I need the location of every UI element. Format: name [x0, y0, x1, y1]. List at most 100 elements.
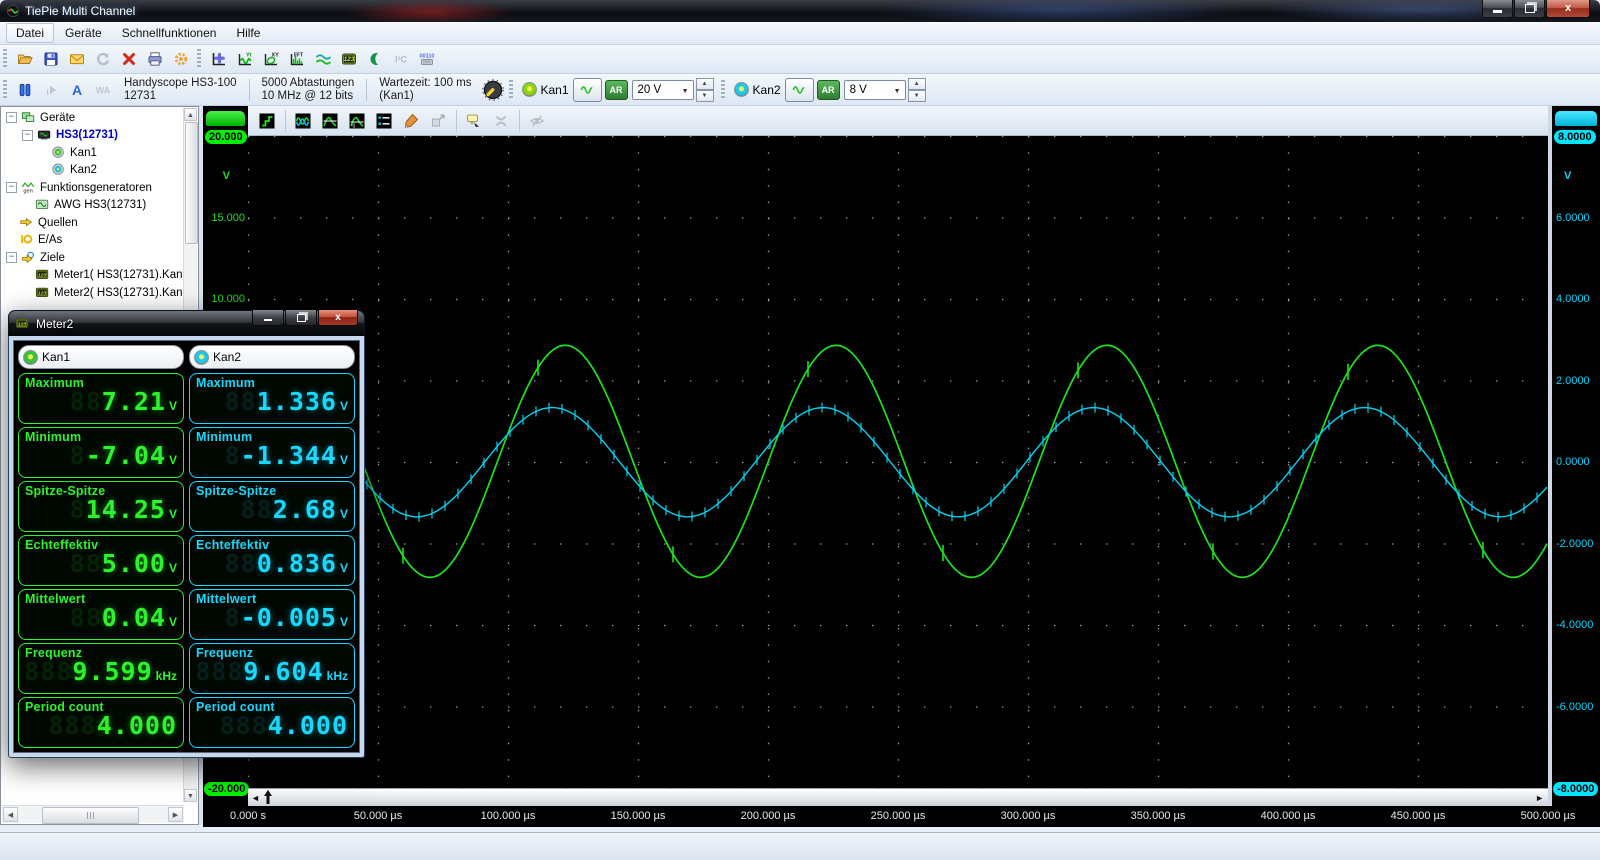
scroll-left-icon[interactable]: ◀	[3, 807, 18, 822]
envelope-zero-icon[interactable]: 0	[344, 108, 370, 134]
toolbar-grip[interactable]	[3, 49, 7, 69]
coupling-wave-button[interactable]	[573, 78, 602, 102]
toolbar-grip[interactable]	[509, 80, 513, 100]
range-select[interactable]: 8 V▼	[844, 80, 906, 100]
hide-trace-icon	[524, 108, 550, 134]
measurement-value: 9.604	[243, 657, 323, 686]
range-down-button[interactable]: ▼	[696, 90, 714, 102]
save-icon[interactable]	[39, 47, 63, 71]
scroll-right-icon[interactable]: ▶	[168, 807, 183, 822]
autoset-icon[interactable]: A	[65, 78, 89, 102]
coupling-wave-button[interactable]	[785, 78, 814, 102]
trace-kan2[interactable]	[248, 408, 1547, 517]
channel-color-bar	[206, 111, 245, 126]
trace-kan1[interactable]	[248, 345, 1547, 577]
expand-collapse-icon[interactable]: −	[6, 112, 17, 123]
menu-item-schnellfunktionen[interactable]: Schnellfunktionen	[113, 24, 226, 42]
scrollbar-thumb[interactable]	[185, 122, 198, 244]
settings-icon[interactable]	[169, 47, 193, 71]
meter-channel-tab-kan2[interactable]: Kan2	[189, 345, 355, 369]
envelope-icon[interactable]	[317, 108, 343, 134]
minimize-button[interactable]	[1482, 0, 1513, 18]
toolbar-grip[interactable]	[197, 49, 201, 69]
scroll-up-icon[interactable]: ▲	[184, 108, 197, 121]
waveform-plot[interactable]	[248, 136, 1548, 788]
email-icon[interactable]	[65, 47, 89, 71]
delete-icon[interactable]	[117, 47, 141, 71]
maximize-button[interactable]	[1514, 0, 1545, 18]
channel-led-icon[interactable]	[522, 82, 537, 97]
tree-item-meter2-hs3-12731-kan[interactable]: 123Meter2( HS3(12731).Kan	[2, 284, 184, 302]
time-scrollbar[interactable]: ◄ ►	[248, 788, 1548, 806]
tree-item-meter1-hs3-12731-kan[interactable]: 123Meter1( HS3(12731).Kan	[2, 267, 184, 285]
meter-channel-tab-kan1[interactable]: Kan1	[18, 345, 184, 369]
ghost-digits: 88	[225, 387, 257, 416]
tree-item-ziele[interactable]: −Ziele	[2, 249, 184, 267]
close-button[interactable]: x	[1546, 0, 1590, 18]
svg-text:0: 0	[353, 123, 356, 129]
step-display-icon[interactable]	[254, 108, 280, 134]
autorange-button[interactable]: AR	[605, 80, 628, 100]
menu-item-datei[interactable]: Datei	[6, 23, 54, 43]
tree-item-label: Quellen	[38, 217, 78, 229]
tree-item-hs3-12731[interactable]: −HS3(12731)	[2, 127, 184, 145]
meter-view-icon[interactable]: 123	[337, 47, 361, 71]
meter-cell-kan2-frequenz: Frequenz8889.604kHz	[189, 643, 355, 694]
tree-item-funktionsgeneratoren[interactable]: −genFunktionsgeneratoren	[2, 179, 184, 197]
spectrum-view-icon[interactable]	[311, 47, 335, 71]
meter-maximize-button[interactable]	[285, 310, 317, 326]
fft-view-icon[interactable]: FFT	[285, 47, 309, 71]
open-icon[interactable]	[13, 47, 37, 71]
tree-item-e-as[interactable]: E/As	[2, 232, 184, 250]
pause-icon[interactable]	[13, 78, 37, 102]
print-icon[interactable]	[143, 47, 167, 71]
sample-ticks	[250, 403, 1537, 522]
toolbar-grip[interactable]	[3, 80, 7, 100]
range-down-button[interactable]: ▼	[908, 90, 926, 102]
meter-cell-kan2-minimum: Minimum8-1.344V	[189, 427, 355, 478]
axis-tick-label: 10.000	[211, 293, 245, 305]
axis-max-badge[interactable]: 20.000	[205, 130, 247, 144]
scroll-left-icon[interactable]: ◄	[251, 792, 260, 804]
paint-icon[interactable]	[398, 108, 424, 134]
tree-item-ger-te[interactable]: −Geräte	[2, 109, 184, 127]
tree-item-awg-hs3-12731[interactable]: AWG HS3(12731)	[2, 197, 184, 215]
comment-icon[interactable]	[461, 108, 487, 134]
range-up-button[interactable]: ▲	[696, 78, 714, 90]
scrollbar-thumb[interactable]	[42, 807, 139, 824]
crescent-icon[interactable]	[363, 47, 387, 71]
measurement-value: 14.25	[86, 495, 166, 524]
scroll-down-icon[interactable]: ▼	[184, 789, 197, 802]
axis-tick-label: 4.0000	[1556, 293, 1590, 305]
expand-collapse-icon[interactable]: −	[6, 252, 17, 263]
add-graph-icon[interactable]	[207, 47, 231, 71]
tree-item-quellen[interactable]: Quellen	[2, 214, 184, 232]
tree-item-kan2[interactable]: Kan2	[2, 162, 184, 180]
axis-min-badge[interactable]: -20.000	[204, 782, 249, 796]
autorange-button[interactable]: AR	[817, 80, 840, 100]
ghost-digits: 888	[49, 711, 97, 740]
menu-item-hilfe[interactable]: Hilfe	[227, 24, 269, 42]
xy-view-icon[interactable]: XY	[259, 47, 283, 71]
meter-titlebar[interactable]: 123 Meter2 x	[8, 310, 365, 336]
axis-min-badge[interactable]: -8.0000	[1553, 782, 1598, 796]
channels-icon[interactable]	[371, 108, 397, 134]
io-icon	[19, 233, 34, 247]
range-select[interactable]: 20 V▼	[632, 80, 694, 100]
range-up-button[interactable]: ▲	[908, 78, 926, 90]
toolbar-grip[interactable]	[721, 80, 725, 100]
tree-item-kan1[interactable]: Kan1	[2, 144, 184, 162]
meter-close-button[interactable]: x	[318, 310, 358, 326]
waveforms-icon[interactable]	[290, 108, 316, 134]
yt-view-icon[interactable]: Yt	[233, 47, 257, 71]
tree-horizontal-scrollbar[interactable]: ◀ ▶	[2, 805, 184, 823]
meter-minimize-button[interactable]	[252, 310, 284, 326]
menu-item-geräte[interactable]: Geräte	[56, 24, 111, 42]
trigger-marker-icon[interactable]	[260, 789, 274, 805]
scroll-right-icon[interactable]: ►	[1535, 792, 1544, 804]
expand-collapse-icon[interactable]: −	[22, 130, 33, 141]
expand-collapse-icon[interactable]: −	[6, 182, 17, 193]
channel-led-icon[interactable]	[734, 82, 749, 97]
trigger-knob-icon[interactable]	[481, 78, 505, 102]
axis-max-badge[interactable]: 8.0000	[1554, 130, 1596, 144]
